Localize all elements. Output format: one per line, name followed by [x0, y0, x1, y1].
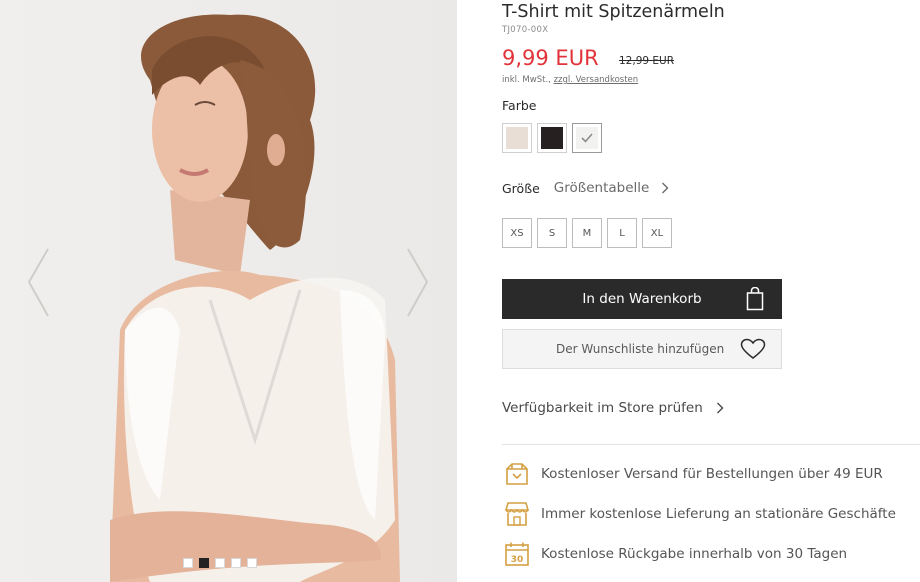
size-option-m[interactable]: M [572, 218, 602, 248]
tax-note: inkl. MwSt., zzgl. Versandkosten [502, 75, 638, 85]
swatch-fill [506, 127, 528, 149]
size-label: Größe [502, 180, 540, 196]
checkmark-icon [581, 133, 593, 143]
check-store-label: Verfügbarkeit im Store prüfen [502, 400, 703, 416]
gallery-dot[interactable] [247, 558, 257, 568]
size-option-xl[interactable]: XL [642, 218, 672, 248]
gallery-prev-button[interactable] [24, 245, 54, 320]
product-sku: TJ070-00X [502, 25, 549, 35]
color-swatches [502, 123, 602, 153]
color-swatch-beige[interactable] [502, 123, 532, 153]
chevron-left-icon [27, 248, 49, 317]
product-info-panel: T-Shirt mit Spitzenärmeln TJ070-00X 9,99… [502, 0, 920, 582]
add-to-wishlist-label: Der Wunschliste hinzufügen [556, 342, 725, 356]
gallery-next-button[interactable] [402, 245, 432, 320]
add-to-wishlist-button[interactable]: Der Wunschliste hinzufügen [502, 329, 782, 369]
size-option-xs[interactable]: XS [502, 218, 532, 248]
product-photo [110, 14, 400, 582]
delivery-truck-icon [502, 459, 532, 489]
size-option-s[interactable]: S [537, 218, 567, 248]
shopping-bag-icon [746, 287, 764, 311]
gallery-dot[interactable] [231, 558, 241, 568]
gallery-dot-active[interactable] [199, 558, 209, 568]
shipping-costs-link[interactable]: zzgl. Versandkosten [554, 75, 639, 85]
color-swatch-white[interactable] [572, 123, 602, 153]
check-store-availability-link[interactable]: Verfügbarkeit im Store prüfen [502, 400, 724, 416]
add-to-cart-button[interactable]: In den Warenkorb [502, 279, 782, 319]
product-image-gallery [0, 0, 457, 582]
color-swatch-black[interactable] [537, 123, 567, 153]
add-to-cart-label: In den Warenkorb [582, 291, 702, 307]
size-option-l[interactable]: L [607, 218, 637, 248]
gallery-dot[interactable] [215, 558, 225, 568]
heart-icon [740, 338, 766, 359]
gallery-dot[interactable] [183, 558, 193, 568]
swatch-fill [576, 127, 598, 149]
benefit-store-delivery: Immer kostenlose Lieferung an stationäre… [502, 499, 896, 529]
old-price: 12,99 EUR [619, 55, 675, 67]
product-title: T-Shirt mit Spitzenärmeln [502, 2, 725, 22]
svg-text:30: 30 [511, 555, 524, 565]
benefit-text: Kostenlose Rückgabe innerhalb von 30 Tag… [541, 546, 848, 562]
chevron-right-icon [662, 182, 669, 194]
chevron-right-icon [716, 402, 724, 414]
calendar-30-icon: 30 [502, 539, 532, 569]
size-row: Größe Größentabelle [502, 180, 669, 196]
swatch-fill [541, 127, 563, 149]
benefit-free-shipping: Kostenloser Versand für Bestellungen übe… [502, 459, 883, 489]
color-label: Farbe [502, 98, 537, 113]
store-icon [502, 499, 532, 529]
benefit-free-returns: 30 Kostenlose Rückgabe innerhalb von 30 … [502, 539, 847, 569]
benefit-text: Kostenloser Versand für Bestellungen übe… [541, 466, 883, 482]
benefit-text: Immer kostenlose Lieferung an stationäre… [541, 506, 896, 522]
tax-note-text: inkl. MwSt., [502, 75, 551, 85]
divider [502, 444, 920, 445]
gallery-pagination [183, 558, 257, 568]
chevron-right-icon [407, 248, 429, 317]
current-price: 9,99 EUR [502, 46, 599, 70]
size-options: XS S M L XL [502, 218, 672, 248]
size-chart-link[interactable]: Größentabelle [554, 180, 670, 196]
size-chart-label: Größentabelle [553, 180, 650, 196]
